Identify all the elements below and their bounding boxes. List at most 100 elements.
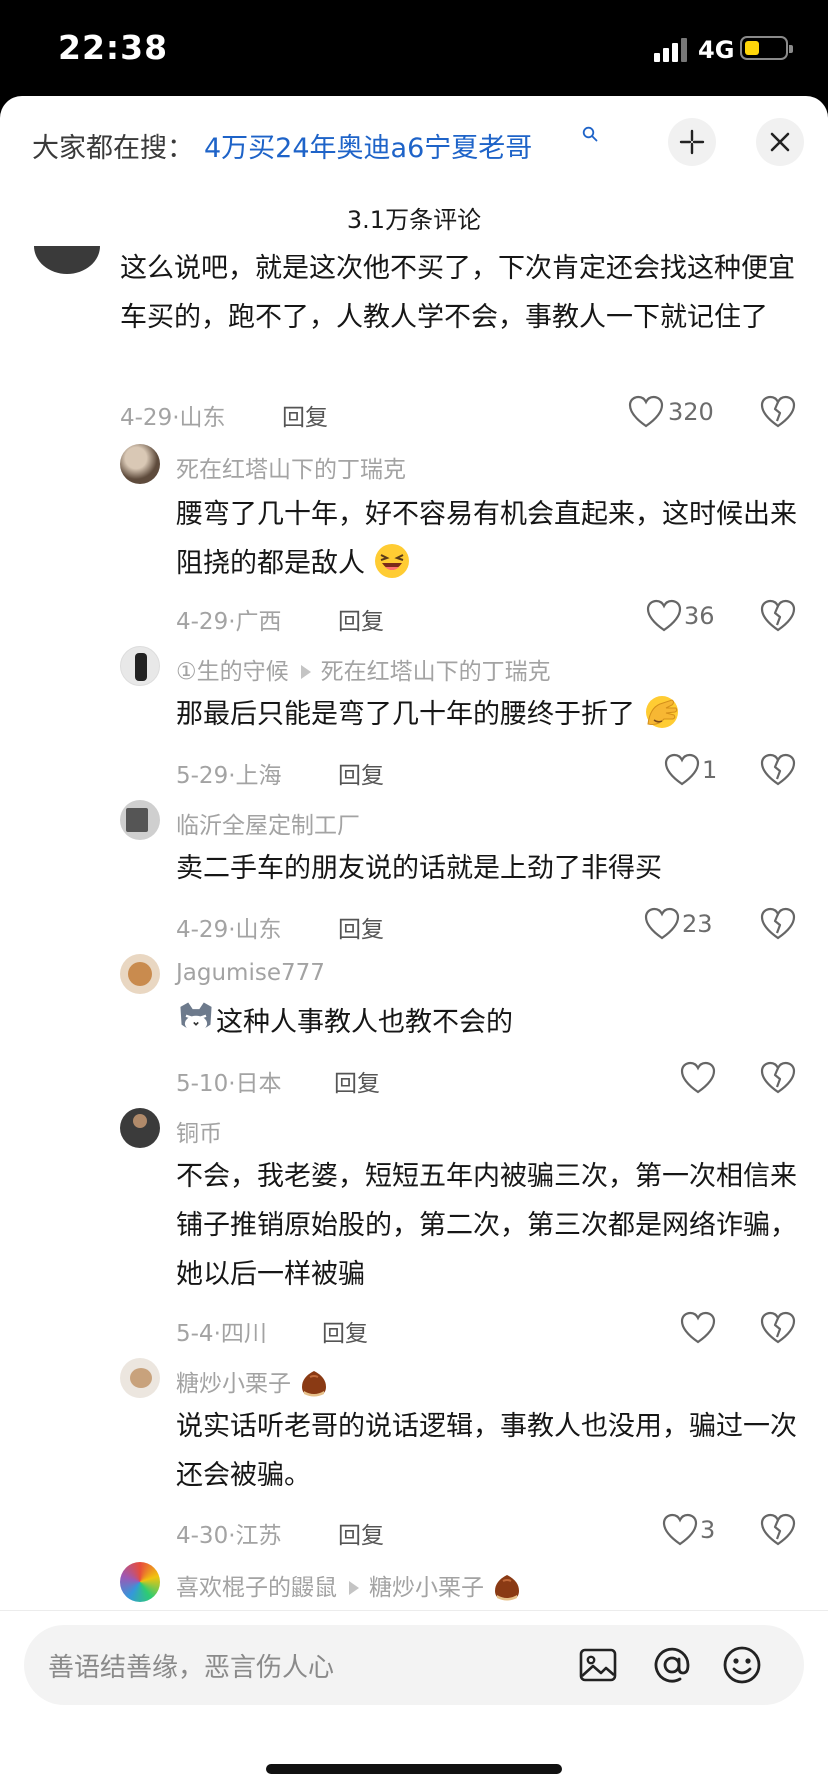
comment-date-location: 4-29·山东 <box>176 917 282 943</box>
comment-date-location: 5-10·日本 <box>176 1071 282 1097</box>
battery-icon <box>740 36 793 60</box>
comment-username[interactable]: 临沂全屋定制工厂 <box>176 806 360 840</box>
comment-list[interactable]: 这么说吧，就是这次他不买了，下次肯定还会找这种便宜车买的，跑不了，人教人学不会，… <box>0 246 828 1608</box>
broken-heart-icon[interactable] <box>758 596 798 636</box>
heart-icon[interactable] <box>678 1308 718 1348</box>
chestnut-emoji-icon <box>302 1371 327 1397</box>
status-bar: 22:38 4G <box>0 0 828 96</box>
search-prefix-label: 大家都在搜： <box>32 133 194 164</box>
comment-username[interactable]: Jagumise777 <box>176 960 325 986</box>
comment-sheet: 大家都在搜： 4万买24年奥迪a6宁夏老哥 3.1万条评论 这么说吧，就是这次他… <box>0 96 828 1792</box>
reply-button[interactable]: 回复 <box>322 1314 368 1348</box>
reply-button[interactable]: 回复 <box>334 1064 380 1098</box>
avatar[interactable] <box>34 246 100 274</box>
comment-text-content: 腰弯了几十年，好不容易有机会直起来，这时候出来阻挠的都是敌人 <box>176 499 797 579</box>
reply-button[interactable]: 回复 <box>338 910 384 944</box>
heart-icon[interactable] <box>662 750 702 790</box>
broken-heart-icon[interactable] <box>758 1510 798 1550</box>
comment-text-content: 这种人事教人也教不会的 <box>216 1007 513 1038</box>
username[interactable]: ①生的守候 <box>176 659 289 685</box>
comment-date-location: 4-29·广西 <box>176 609 282 635</box>
comment-item: 糖炒小栗子 说实话听老哥的说话逻辑，事教人也没用，骗过一次还会被骗。 4-30·… <box>0 1358 828 1550</box>
username[interactable]: 糖炒小栗子 <box>176 1371 291 1397</box>
signal-icon <box>654 38 687 62</box>
close-icon <box>770 132 790 152</box>
comment-text-content: 那最后只能是弯了几十年的腰终于折了 <box>176 699 635 730</box>
comment-date-location: 5-4·四川 <box>176 1321 267 1347</box>
reply-to-username[interactable]: 糖炒小栗子 <box>369 1575 484 1601</box>
comment-username: 喜欢棍子的鼹鼠 糖炒小栗子 <box>176 1568 523 1603</box>
home-indicator[interactable] <box>266 1764 562 1774</box>
broken-heart-icon[interactable] <box>758 750 798 790</box>
comment-username: ①生的守候 死在红塔山下的丁瑞克 <box>176 652 551 686</box>
reply-button[interactable]: 回复 <box>282 398 328 432</box>
emoji-icon[interactable] <box>720 1643 764 1687</box>
heart-icon[interactable] <box>660 1510 700 1550</box>
comment-date-location: 5-29·上海 <box>176 763 282 789</box>
avatar[interactable] <box>120 444 160 484</box>
comment-composer: 善语结善缘，恶言伤人心 <box>0 1610 828 1792</box>
search-icon <box>582 126 598 142</box>
heart-icon[interactable] <box>642 904 682 944</box>
broken-heart-icon[interactable] <box>758 1308 798 1348</box>
comment-date-location: 4-29·山东 <box>120 405 226 431</box>
comment-item: ①生的守候 死在红塔山下的丁瑞克 那最后只能是弯了几十年的腰终于折了 5-29·上… <box>0 646 828 789</box>
comment-item: 死在红塔山下的丁瑞克 腰弯了几十年，好不容易有机会直起来，这时候出来阻挠的都是敌… <box>0 444 828 636</box>
comment-text: 这种人事教人也教不会的 <box>176 998 806 1047</box>
like-count: 36 <box>684 602 715 630</box>
search-suggestion-link[interactable]: 4万买24年奥迪a6宁夏老哥 <box>204 126 532 165</box>
comment-input-placeholder: 善语结善缘，恶言伤人心 <box>48 1653 335 1683</box>
comment-text: 那最后只能是弯了几十年的腰终于折了 <box>176 690 806 739</box>
like-count: 320 <box>668 398 714 426</box>
comment-item: 喜欢棍子的鼹鼠 糖炒小栗子 <box>0 1562 828 1608</box>
network-type: 4G <box>698 36 735 64</box>
broken-heart-icon[interactable] <box>758 904 798 944</box>
chestnut-emoji-icon <box>495 1575 520 1601</box>
comment-text: 腰弯了几十年，好不容易有机会直起来，这时候出来阻挠的都是敌人 <box>176 490 806 588</box>
avatar[interactable] <box>120 800 160 840</box>
broken-heart-icon[interactable] <box>758 1058 798 1098</box>
comment-username: 糖炒小栗子 <box>176 1364 330 1399</box>
avatar[interactable] <box>120 1562 160 1602</box>
image-icon[interactable] <box>576 1643 620 1687</box>
expand-button[interactable] <box>668 118 716 166</box>
avatar[interactable] <box>120 646 160 686</box>
facepalm-emoji-icon <box>645 696 678 728</box>
like-count: 3 <box>700 1516 716 1544</box>
reply-button[interactable]: 回复 <box>338 1516 384 1550</box>
comment-text: 不会，我老婆，短短五年内被骗三次，第一次相信来铺子推销原始股的，第二次，第三次都… <box>176 1161 797 1290</box>
close-button[interactable] <box>756 118 804 166</box>
comment-text: 卖二手车的朋友说的话就是上劲了非得买 <box>176 853 662 884</box>
reply-arrow-icon <box>300 665 311 679</box>
avatar[interactable] <box>120 954 160 994</box>
comment-item: 临沂全屋定制工厂 卖二手车的朋友说的话就是上劲了非得买 4-29·山东 回复 2… <box>0 800 828 943</box>
broken-heart-icon[interactable] <box>758 392 798 432</box>
comment-text: 这么说吧，就是这次他不买了，下次肯定还会找这种便宜车买的，跑不了，人教人学不会，… <box>120 253 795 333</box>
cat-emoji-icon <box>180 1002 212 1032</box>
avatar[interactable] <box>120 1358 160 1398</box>
laughing-emoji-icon <box>374 544 409 578</box>
search-suggestion-row: 大家都在搜： 4万买24年奥迪a6宁夏老哥 <box>0 96 828 196</box>
at-icon[interactable] <box>650 1643 694 1687</box>
comment-item: 这么说吧，就是这次他不买了，下次肯定还会找这种便宜车买的，跑不了，人教人学不会，… <box>0 246 828 432</box>
status-time: 22:38 <box>58 28 169 67</box>
comment-item: 铜币 不会，我老婆，短短五年内被骗三次，第一次相信来铺子推销原始股的，第二次，第… <box>0 1108 828 1347</box>
reply-button[interactable]: 回复 <box>338 602 384 636</box>
heart-icon[interactable] <box>626 392 666 432</box>
comment-item: Jagumise777 这种人事教人也教不会的 5-10·日本 回复 <box>0 954 828 1097</box>
comment-input[interactable]: 善语结善缘，恶言伤人心 <box>24 1625 804 1705</box>
like-count: 1 <box>702 756 718 784</box>
comment-text: 说实话听老哥的说话逻辑，事教人也没用，骗过一次还会被骗。 <box>176 1411 797 1491</box>
comment-count: 3.1万条评论 <box>346 206 482 234</box>
username[interactable]: 喜欢棍子的鼹鼠 <box>176 1575 337 1601</box>
like-count: 23 <box>682 910 713 938</box>
heart-icon[interactable] <box>644 596 684 636</box>
comment-username[interactable]: 死在红塔山下的丁瑞克 <box>176 450 406 484</box>
comment-username[interactable]: 铜币 <box>176 1114 222 1148</box>
expand-icon <box>679 129 705 155</box>
reply-to-username[interactable]: 死在红塔山下的丁瑞克 <box>321 659 551 685</box>
reply-button[interactable]: 回复 <box>338 756 384 790</box>
avatar[interactable] <box>120 1108 160 1148</box>
heart-icon[interactable] <box>678 1058 718 1098</box>
comment-date-location: 4-30·江苏 <box>176 1523 282 1549</box>
